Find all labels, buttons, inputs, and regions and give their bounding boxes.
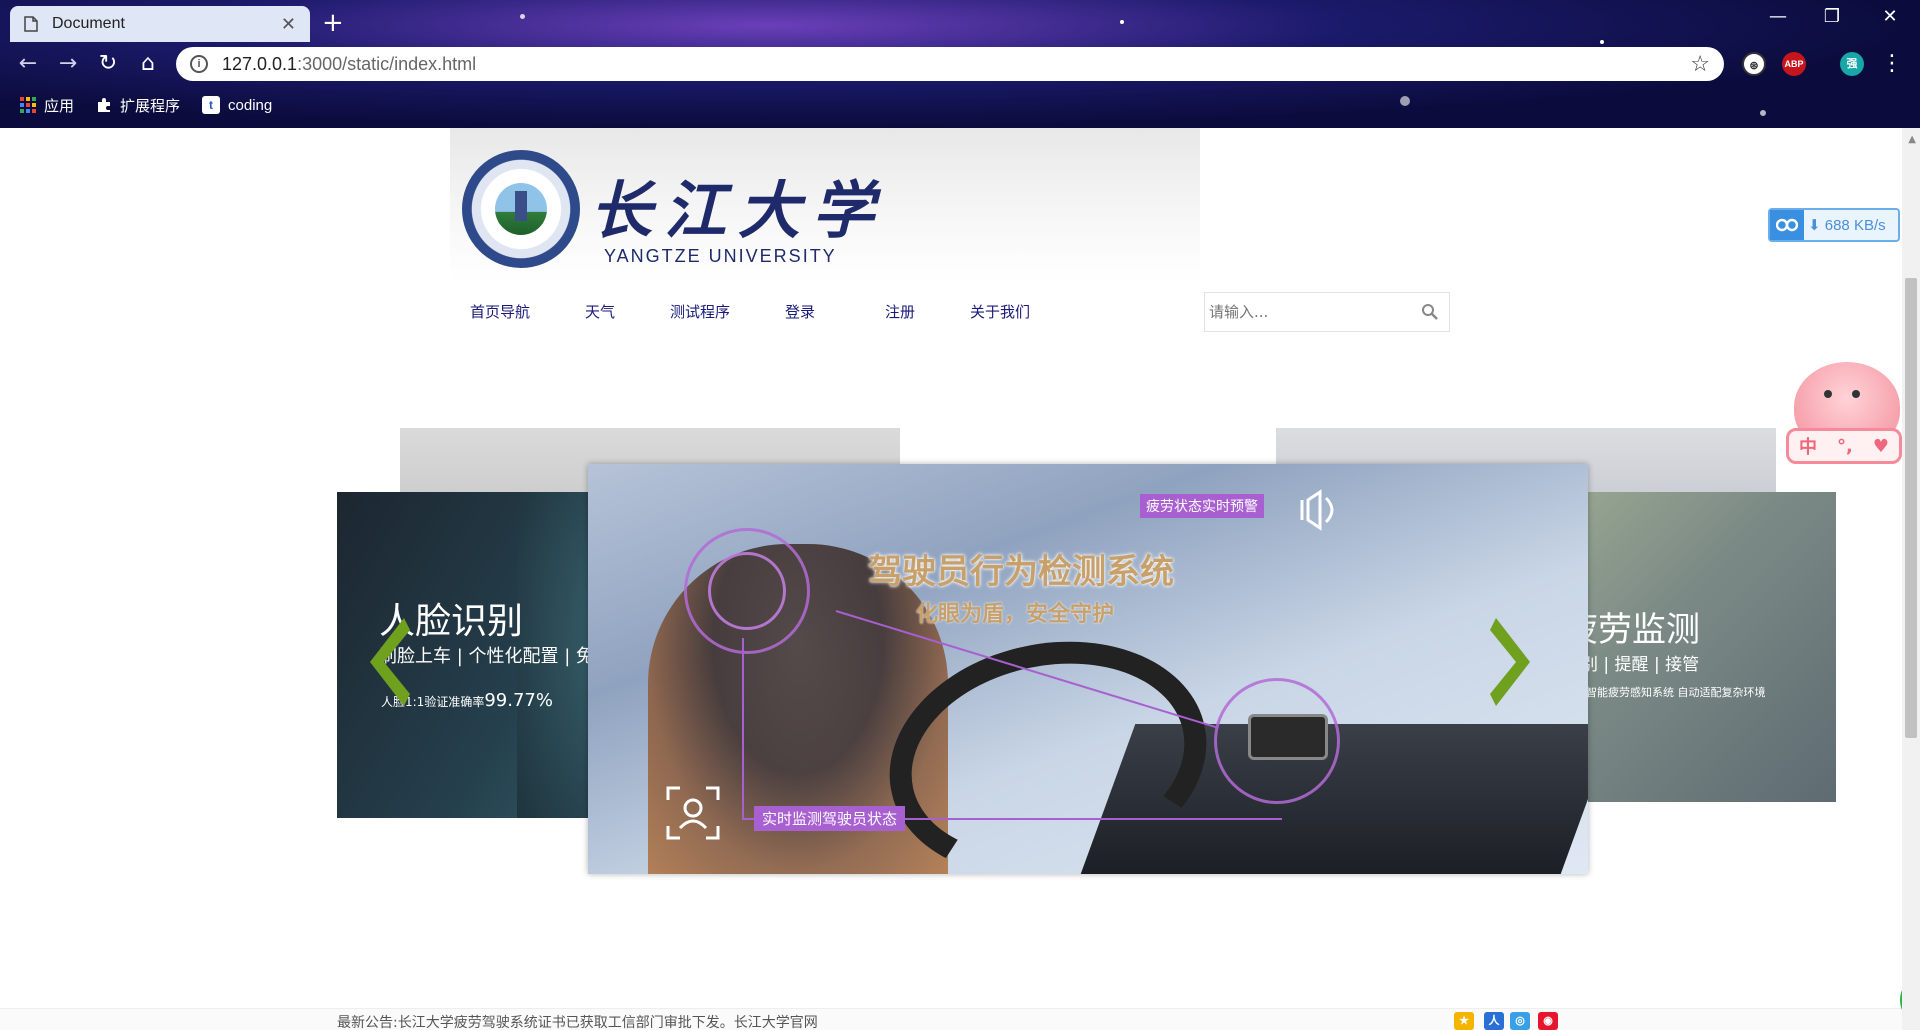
- tab-title: Document: [52, 15, 125, 32]
- close-window-icon[interactable]: ✕: [1870, 6, 1910, 27]
- search-box: [1204, 292, 1450, 332]
- url-host: 127.0.0.1: [222, 53, 298, 74]
- weibo-share-icon[interactable]: ◉: [1538, 1012, 1558, 1030]
- logo-cn-text: 长江大学: [590, 174, 887, 247]
- hud-ring: [1214, 678, 1340, 804]
- tab-close-icon[interactable]: ✕: [281, 14, 296, 35]
- nav-item-login[interactable]: 登录: [750, 292, 850, 332]
- nav-item-test-program[interactable]: 测试程序: [650, 292, 750, 332]
- home-icon[interactable]: ⌂: [132, 48, 164, 80]
- ime-skin-icon[interactable]: ♥: [1873, 436, 1889, 457]
- search-button[interactable]: [1411, 293, 1449, 331]
- bookmark-extensions[interactable]: 扩展程序: [96, 95, 180, 116]
- nav-item-register[interactable]: 注册: [850, 292, 950, 332]
- alert-label: 疲劳状态实时预警: [1140, 494, 1264, 518]
- hud-ring: [708, 552, 786, 630]
- document-icon: [24, 16, 38, 32]
- bookmark-coding[interactable]: t coding: [202, 96, 272, 114]
- cloud-download-icon: [1770, 210, 1804, 240]
- puzzle-icon: [98, 98, 111, 112]
- abp-icon[interactable]: ABP: [1782, 52, 1806, 76]
- scrollbar-thumb[interactable]: [1905, 278, 1917, 738]
- university-seal-logo: [462, 150, 580, 268]
- carousel-slide-driver[interactable]: 驾驶员行为检测系统 化眼为盾，安全守护 疲劳状态实时预警 实时监测驾驶员状态: [588, 464, 1588, 874]
- url-text[interactable]: 127.0.0.1:3000/static/index.html: [222, 54, 1690, 75]
- image-carousel: 人脸识别 刷脸上车 | 个性化配置 | 免 人脸1:1验证准确率99.77% 疲…: [330, 428, 1850, 874]
- address-bar[interactable]: i 127.0.0.1:3000/static/index.html ☆: [176, 47, 1724, 81]
- back-icon[interactable]: ←: [12, 48, 44, 80]
- download-speed-text: ⬇ 688 KB/s: [1808, 217, 1886, 234]
- reload-icon[interactable]: ↻: [92, 48, 124, 80]
- bookmark-apps[interactable]: 应用: [20, 95, 74, 116]
- bg-star: [1120, 20, 1124, 24]
- download-speed-widget[interactable]: ⬇ 688 KB/s: [1768, 208, 1900, 242]
- speaker-icon: [1300, 489, 1334, 531]
- forward-icon[interactable]: →: [52, 48, 84, 80]
- monitor-label: 实时监测驾驶员状态: [754, 806, 906, 831]
- tencent-share-icon[interactable]: ◎: [1510, 1012, 1530, 1030]
- bookmark-star-icon[interactable]: ☆: [1690, 52, 1710, 77]
- minimize-icon[interactable]: —: [1758, 6, 1798, 27]
- slide-desc: 人工智能疲劳感知系统 自动适配复杂环境: [1564, 686, 1766, 699]
- search-input[interactable]: [1205, 293, 1411, 331]
- main-nav: 首页导航 天气 测试程序 登录 注册 关于我们: [450, 292, 1050, 332]
- seal-emblem: [495, 183, 547, 235]
- bookmark-label: coding: [228, 96, 273, 114]
- logo-en-text: YANGTZE UNIVERSITY: [604, 246, 837, 266]
- nav-item-about[interactable]: 关于我们: [950, 292, 1050, 332]
- extension-icon[interactable]: ⊛: [1742, 52, 1766, 76]
- speed-value: 688 KB/s: [1824, 217, 1886, 234]
- browser-chrome: Document ✕ + — ❐ ✕ ← → ↻ ⌂ i 127.0.0.1:3…: [0, 0, 1920, 128]
- stat-value: 99.77%: [484, 690, 553, 711]
- page-scrollbar[interactable]: [1902, 128, 1920, 1030]
- bg-star: [520, 14, 525, 19]
- carousel-prev-arrow[interactable]: [360, 614, 420, 710]
- header-banner: 长江大学 YANGTZE UNIVERSITY: [450, 128, 1200, 281]
- notice-text[interactable]: 最新公告:长江大学疲劳驾驶系统证书已获取工信部门审批下发。长江大学官网: [337, 1012, 818, 1030]
- site-info-icon[interactable]: i: [190, 55, 208, 73]
- profile-avatar[interactable]: 强: [1840, 52, 1864, 76]
- search-icon: [1422, 304, 1438, 320]
- apps-grid-icon: [20, 97, 36, 113]
- seal-building: [515, 191, 527, 221]
- bookmark-label: 扩展程序: [120, 97, 181, 115]
- hud-line: [742, 638, 744, 818]
- carousel-next-arrow[interactable]: [1480, 614, 1540, 710]
- restore-icon[interactable]: ❐: [1812, 6, 1852, 27]
- qzone-share-icon[interactable]: ★: [1454, 1012, 1474, 1030]
- slide-title: 驾驶员行为检测系统: [868, 552, 1174, 592]
- slide-tagline: 化眼为盾，安全守护: [916, 602, 1115, 627]
- renren-share-icon[interactable]: 人: [1484, 1012, 1504, 1030]
- menu-kebab-icon[interactable]: ⋮: [1876, 48, 1908, 80]
- browser-tab[interactable]: Document ✕: [10, 6, 310, 42]
- new-tab-icon[interactable]: +: [322, 8, 344, 38]
- bookmarks-bar: 应用 扩展程序 t coding: [0, 90, 1920, 120]
- coding-icon: t: [202, 96, 221, 114]
- face-scan-icon: [666, 786, 720, 840]
- footer-bar: [0, 1008, 1902, 1030]
- browser-toolbar: ← → ↻ ⌂ i 127.0.0.1:3000/static/index.ht…: [0, 42, 1920, 86]
- nav-item-home[interactable]: 首页导航: [450, 292, 550, 332]
- page-content: 长江大学 YANGTZE UNIVERSITY 首页导航 天气 测试程序 登录 …: [0, 128, 1902, 1030]
- url-path: :3000/static/index.html: [297, 53, 477, 74]
- nav-item-weather[interactable]: 天气: [550, 292, 650, 332]
- bookmark-label: 应用: [44, 97, 75, 115]
- scroll-up-arrow-icon[interactable]: ▲: [1908, 134, 1916, 145]
